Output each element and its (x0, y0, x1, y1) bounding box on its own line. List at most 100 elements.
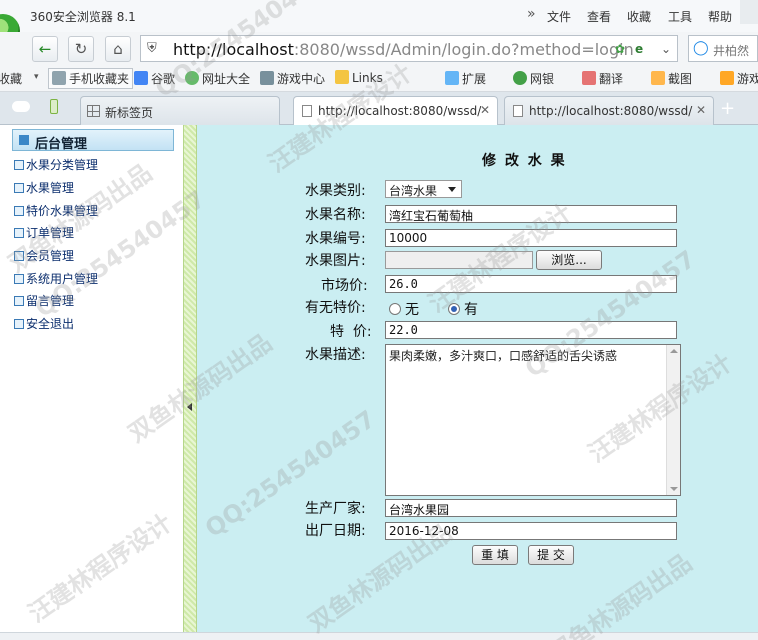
date-label: 出厂日期: (305, 523, 366, 539)
toolbar-games[interactable]: 游戏 (720, 70, 758, 87)
menu-bullet-icon (14, 160, 24, 170)
submit-button[interactable]: 提 交 (528, 545, 574, 565)
sidebar-item-label: 系统用户管理 (26, 272, 99, 286)
tab-label: http://localhost:8080/wssd/ (529, 104, 693, 118)
close-icon[interactable]: ✕ (480, 103, 490, 117)
chevron-down-icon (448, 187, 456, 192)
search-box[interactable]: ◯ 井柏然 (688, 35, 758, 62)
new-tab-plus-icon[interactable]: + (720, 98, 735, 119)
form-title: 修 改 水 果 (482, 153, 567, 169)
radio-yes-label: 有 (464, 302, 478, 318)
tab-active[interactable]: http://localhost:8080/wssd/ ✕ (293, 96, 498, 126)
description-text: 果肉柔嫩，多汁爽口，口感舒适的舌尖诱惑 (389, 349, 618, 363)
frame-splitter[interactable] (183, 125, 197, 632)
menu-help[interactable]: 帮助 (708, 8, 732, 25)
address-url[interactable]: http://localhost:8080/wssd/Admin/login.d… (173, 40, 634, 59)
bookmark-mobile[interactable]: 手机收藏夹 (48, 68, 134, 89)
home-button[interactable]: ⌂ (105, 36, 131, 62)
toolbar-extensions[interactable]: 扩展 (445, 70, 486, 87)
menu-view[interactable]: 查看 (587, 8, 611, 25)
bookmark-sites[interactable]: 网址大全 (185, 70, 250, 87)
browser-title-bar: 360安全浏览器 8.1 » 文件 查看 收藏 工具 帮助 (0, 0, 758, 48)
menu-bullet-icon (14, 228, 24, 238)
search-input[interactable]: 井柏然 (713, 42, 749, 59)
game-icon (720, 71, 734, 85)
menu-favorites[interactable]: 收藏 (627, 8, 651, 25)
phone-icon[interactable] (50, 99, 58, 114)
menu-file[interactable]: 文件 (547, 8, 571, 25)
sidebar-header[interactable]: 后台管理 (12, 129, 174, 152)
cloud-icon[interactable] (12, 101, 30, 112)
sidebar-item-orders[interactable]: 订单管理 (14, 224, 74, 241)
radio-no[interactable] (389, 303, 401, 315)
window-controls[interactable] (740, 0, 758, 24)
bookmark-favorites[interactable]: 收藏 (0, 70, 22, 87)
menu-tools[interactable]: 工具 (668, 8, 692, 25)
maker-input[interactable]: 台湾水果园 (385, 499, 677, 517)
bookmark-mobile-label: 手机收藏夹 (69, 72, 130, 86)
menu-bullet-icon (14, 296, 24, 306)
toolbar-translate[interactable]: 翻译 (582, 70, 623, 87)
bookmark-links[interactable]: Links (335, 70, 383, 85)
code-input[interactable]: 10000 (385, 229, 677, 247)
bookmark-google[interactable]: 谷歌 (134, 70, 175, 87)
sidebar-item-label: 安全退出 (26, 317, 75, 331)
toolbar-screenshot[interactable]: 截图 (651, 70, 692, 87)
radio-no-label: 无 (405, 302, 419, 318)
sidebar-item-logout[interactable]: 安全退出 (14, 315, 74, 332)
bookmark-sites-label: 网址大全 (202, 72, 251, 86)
folder-icon (335, 70, 349, 84)
reset-button[interactable]: 重 填 (472, 545, 518, 565)
page-content: 后台管理 水果分类管理 水果管理 特价水果管理 订单管理 会员管理 系统用户管理… (0, 125, 758, 632)
browser-title: 360安全浏览器 8.1 (30, 10, 136, 24)
menu-bullet-icon (14, 251, 24, 261)
admin-icon (19, 135, 29, 145)
menu-bullet-icon (14, 274, 24, 284)
sidebar-item-fruit[interactable]: 水果管理 (14, 179, 74, 196)
sidebar-item-special[interactable]: 特价水果管理 (14, 202, 98, 219)
status-bar (0, 632, 758, 640)
translate-icon (582, 71, 596, 85)
tab-second[interactable]: http://localhost:8080/wssd/ ✕ (504, 96, 714, 125)
menu-bullet-icon (14, 319, 24, 329)
scissors-icon (651, 71, 665, 85)
tab-new-tab[interactable]: 新标签页 (80, 96, 280, 125)
sidebar-item-messages[interactable]: 留言管理 (14, 292, 74, 309)
date-input[interactable]: 2016-12-08 (385, 522, 677, 540)
ie-mode-icon[interactable]: e (635, 42, 643, 56)
address-bar[interactable]: ⛨ http://localhost:8080/wssd/Admin/login… (140, 35, 678, 62)
collapse-arrow-icon[interactable] (187, 403, 192, 411)
market-price-input[interactable]: 26.0 (385, 275, 677, 293)
market-price-label: 市场价: (321, 278, 368, 294)
menu-overflow-chevron[interactable]: » (527, 6, 536, 22)
image-path-input[interactable] (385, 251, 533, 269)
speed-mode-icon[interactable]: ✿ (615, 42, 625, 56)
google-icon (134, 71, 148, 85)
sidebar-item-members[interactable]: 会员管理 (14, 247, 74, 264)
left-frame: 后台管理 水果分类管理 水果管理 特价水果管理 订单管理 会员管理 系统用户管理… (0, 125, 183, 632)
sidebar-item-fruit-category[interactable]: 水果分类管理 (14, 156, 98, 173)
refresh-button[interactable]: ↻ (68, 36, 94, 62)
sidebar-item-users[interactable]: 系统用户管理 (14, 270, 98, 287)
sites-icon (185, 71, 199, 85)
tab-label: http://localhost:8080/wssd/ (318, 104, 482, 118)
special-price-input[interactable]: 22.0 (385, 321, 677, 339)
back-button[interactable]: ← (32, 36, 58, 62)
textarea-scrollbar[interactable] (666, 345, 680, 495)
favorites-dropdown-icon[interactable]: ▾ (34, 72, 39, 82)
radio-yes[interactable] (448, 303, 460, 315)
browse-button[interactable]: 浏览... (536, 250, 602, 270)
close-icon[interactable]: ✕ (696, 103, 706, 117)
bookmark-links-label: Links (352, 71, 383, 85)
bookmark-games[interactable]: 游戏中心 (260, 70, 325, 87)
bank-icon (513, 71, 527, 85)
name-input[interactable]: 湾红宝石葡萄柚 (385, 205, 677, 223)
toolbar-screenshot-label: 截图 (668, 72, 693, 86)
toolbar-banking[interactable]: 网银 (513, 70, 554, 87)
grid-icon (87, 105, 100, 117)
dropdown-chevron-icon[interactable]: ⌄ (661, 42, 671, 56)
category-select[interactable]: 台湾水果 (385, 180, 462, 198)
description-textarea[interactable]: 果肉柔嫩，多汁爽口，口感舒适的舌尖诱惑 (385, 344, 681, 496)
desc-label: 水果描述: (305, 347, 366, 363)
maker-label: 生产厂家: (305, 501, 366, 517)
